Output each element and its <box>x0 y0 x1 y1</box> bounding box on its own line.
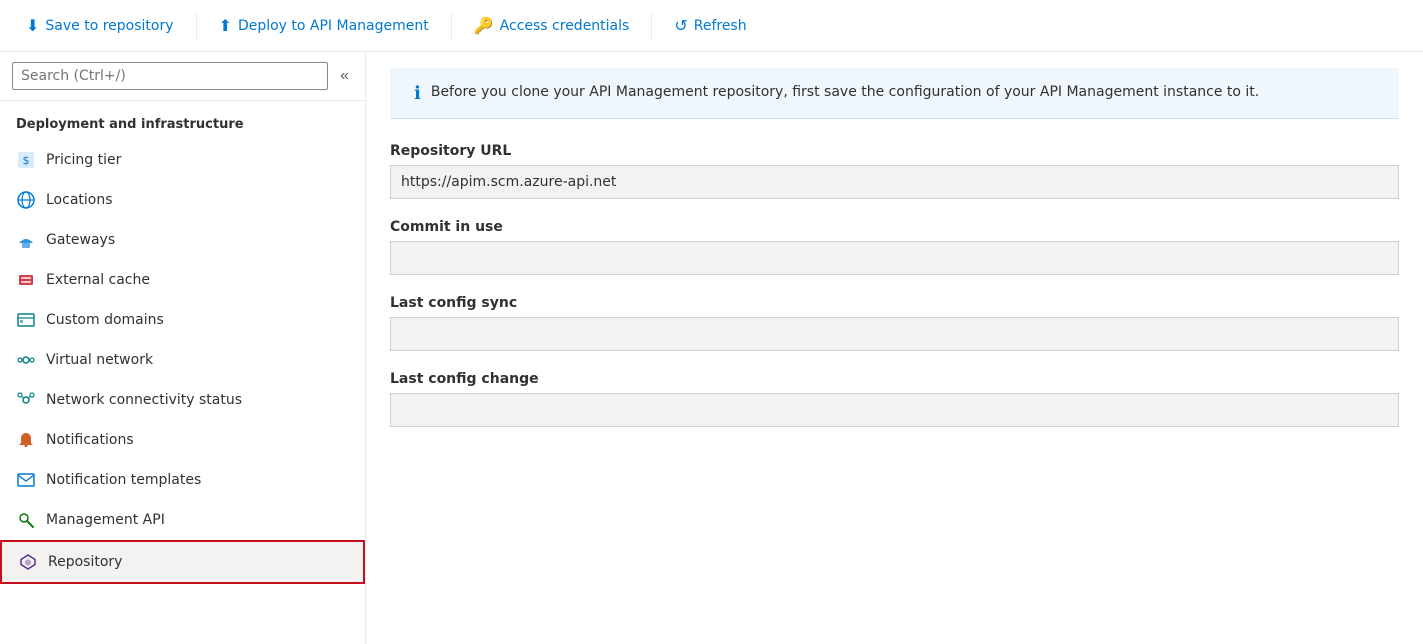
sidebar-item-external-cache[interactable]: External cache <box>0 260 365 300</box>
save-to-repository-button[interactable]: ⬇ Save to repository <box>16 10 184 41</box>
virtual-network-icon <box>16 350 36 370</box>
sidebar-item-repository[interactable]: Repository <box>0 540 365 584</box>
sidebar-item-notifications[interactable]: Notifications <box>0 420 365 460</box>
last-config-sync-group: Last config sync <box>390 295 1399 351</box>
notification-templates-icon <box>16 470 36 490</box>
info-banner: ℹ Before you clone your API Management r… <box>390 68 1399 119</box>
sidebar-item-notification-templates[interactable]: Notification templates <box>0 460 365 500</box>
gateways-icon <box>16 230 36 250</box>
repository-url-value: https://apim.scm.azure-api.net <box>390 165 1399 199</box>
sidebar-item-virtual-network[interactable]: Virtual network <box>0 340 365 380</box>
notifications-label: Notifications <box>46 432 134 448</box>
commit-in-use-group: Commit in use <box>390 219 1399 275</box>
pricing-tier-label: Pricing tier <box>46 152 121 168</box>
sidebar-item-management-api[interactable]: Management API <box>0 500 365 540</box>
virtual-network-label: Virtual network <box>46 352 153 368</box>
access-credentials-button[interactable]: 🔑 Access credentials <box>464 10 640 41</box>
refresh-icon: ↺ <box>674 16 687 35</box>
sidebar-section-title: Deployment and infrastructure <box>0 101 365 140</box>
svg-text:$: $ <box>23 154 30 167</box>
toolbar-separator-3 <box>651 12 652 40</box>
locations-icon <box>16 190 36 210</box>
collapse-button[interactable]: « <box>336 63 353 89</box>
management-api-icon <box>16 510 36 530</box>
network-connectivity-label: Network connectivity status <box>46 392 242 408</box>
sidebar-item-network-connectivity[interactable]: Network connectivity status <box>0 380 365 420</box>
management-api-label: Management API <box>46 512 165 528</box>
refresh-button[interactable]: ↺ Refresh <box>664 10 756 41</box>
last-sync-label: Last config sync <box>390 295 1399 311</box>
notification-templates-label: Notification templates <box>46 472 201 488</box>
last-change-value <box>390 393 1399 427</box>
info-icon: ℹ <box>414 83 421 104</box>
sidebar: « Deployment and infrastructure $ Pricin… <box>0 52 366 644</box>
notifications-icon <box>16 430 36 450</box>
main-content: ℹ Before you clone your API Management r… <box>366 52 1423 644</box>
pricing-tier-icon: $ <box>16 150 36 170</box>
repository-url-group: Repository URL https://apim.scm.azure-ap… <box>390 143 1399 199</box>
repository-label: Repository <box>48 554 122 570</box>
toolbar-separator-2 <box>451 12 452 40</box>
external-cache-icon <box>16 270 36 290</box>
save-icon: ⬇ <box>26 16 39 35</box>
locations-label: Locations <box>46 192 113 208</box>
custom-domains-label: Custom domains <box>46 312 164 328</box>
form-section: Repository URL https://apim.scm.azure-ap… <box>366 135 1423 455</box>
info-text: Before you clone your API Management rep… <box>431 82 1259 103</box>
custom-domains-icon <box>16 310 36 330</box>
search-input[interactable] <box>12 62 328 90</box>
key-icon: 🔑 <box>474 16 494 35</box>
repository-icon <box>18 552 38 572</box>
search-container: « <box>0 52 365 101</box>
deploy-icon: ⬆ <box>219 16 232 35</box>
sidebar-item-locations[interactable]: Locations <box>0 180 365 220</box>
deploy-to-api-button[interactable]: ⬆ Deploy to API Management <box>209 10 439 41</box>
toolbar-separator-1 <box>196 12 197 40</box>
sidebar-scroll: Deployment and infrastructure $ Pricing … <box>0 101 365 644</box>
external-cache-label: External cache <box>46 272 150 288</box>
gateways-label: Gateways <box>46 232 115 248</box>
sidebar-item-pricing-tier[interactable]: $ Pricing tier <box>0 140 365 180</box>
repository-url-label: Repository URL <box>390 143 1399 159</box>
last-sync-value <box>390 317 1399 351</box>
sidebar-item-gateways[interactable]: Gateways <box>0 220 365 260</box>
toolbar: ⬇ Save to repository ⬆ Deploy to API Man… <box>0 0 1423 52</box>
last-change-label: Last config change <box>390 371 1399 387</box>
main-layout: « Deployment and infrastructure $ Pricin… <box>0 52 1423 644</box>
last-config-change-group: Last config change <box>390 371 1399 427</box>
sidebar-item-custom-domains[interactable]: Custom domains <box>0 300 365 340</box>
commit-value <box>390 241 1399 275</box>
network-connectivity-icon <box>16 390 36 410</box>
commit-label: Commit in use <box>390 219 1399 235</box>
